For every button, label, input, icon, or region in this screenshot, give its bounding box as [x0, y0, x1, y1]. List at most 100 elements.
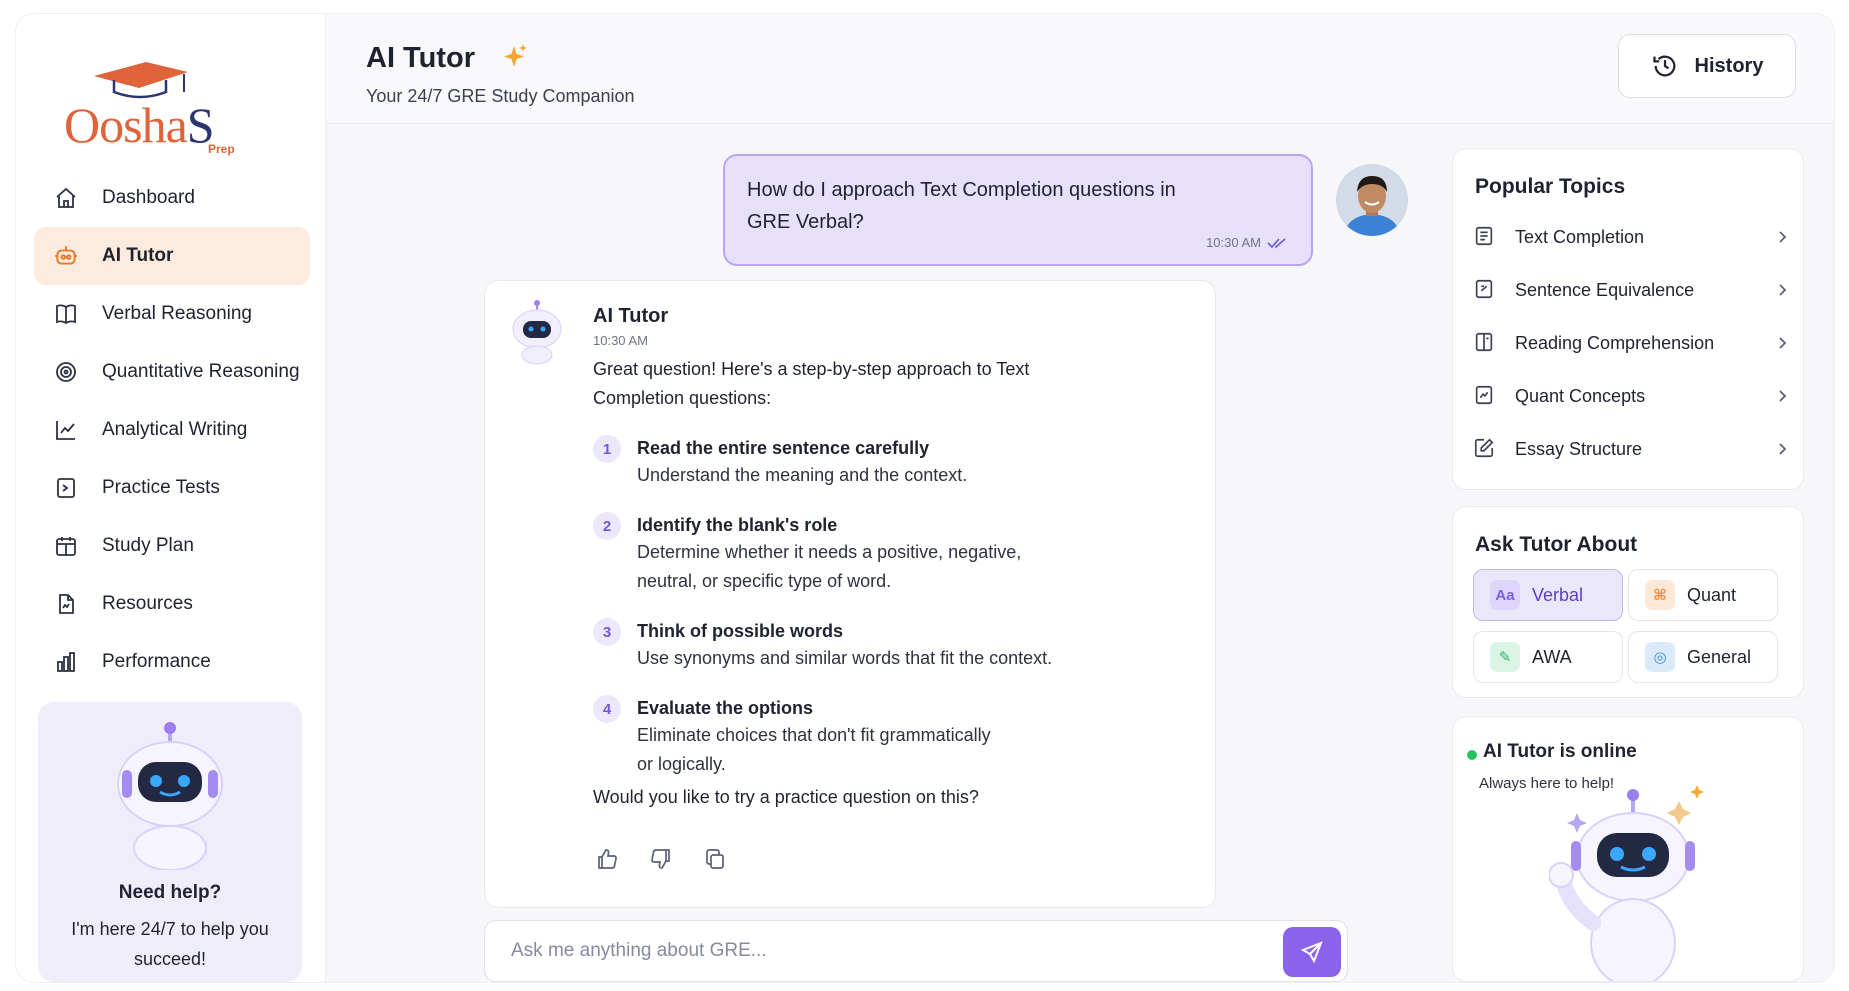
step-body: Use synonyms and similar words that fit …	[637, 648, 1053, 668]
sidebar-item-ai-tutor[interactable]: AI Tutor	[34, 227, 310, 285]
file-icon	[52, 590, 80, 618]
bot-message-time: 10:30 AM	[593, 333, 648, 348]
sidebar-item-analytical-writing[interactable]: Analytical Writing	[34, 401, 310, 459]
help-card: Need help? I'm here 24/7 to help you suc…	[38, 702, 302, 982]
sidebar-item-study-plan[interactable]: Study Plan	[34, 517, 310, 575]
bot-message-card: AI Tutor 10:30 AM Great question! Here's…	[484, 280, 1216, 908]
sidebar-item-label: Resources	[102, 593, 193, 614]
bot-message-intro: Great question! Here's a step-by-step ap…	[593, 359, 1030, 408]
step-number: 3	[593, 618, 621, 646]
brand-logo[interactable]: OoshaS Prep	[64, 54, 235, 156]
book-icon	[52, 300, 80, 328]
document-icon	[1473, 225, 1497, 249]
tutor-status-panel: AI Tutor is online Always here to help!	[1452, 716, 1804, 982]
sidebar-item-quantitative-reasoning[interactable]: Quantitative Reasoning	[34, 343, 310, 401]
thumbs-up-icon[interactable]	[595, 847, 619, 871]
user-portrait	[1336, 164, 1408, 236]
bot-avatar-icon	[512, 300, 562, 365]
edit-icon	[1473, 437, 1497, 461]
chat-input[interactable]	[487, 923, 1267, 979]
waving-robot-mascot	[1549, 785, 1704, 981]
thumbs-down-icon[interactable]	[649, 847, 673, 871]
chip-label: Quant	[1687, 584, 1737, 605]
step-title: Think of possible words	[637, 621, 844, 641]
chevron-right-icon	[1775, 442, 1789, 456]
topic-sentence-equivalence[interactable]: Sentence Equivalence	[1473, 267, 1789, 313]
chip-general[interactable]: ◎ General	[1628, 631, 1778, 683]
topic-quant-concepts[interactable]: Quant Concepts	[1473, 373, 1789, 419]
chip-label: Verbal	[1532, 584, 1584, 605]
sidebar-item-label: Quantitative Reasoning	[102, 361, 300, 382]
page-header: AI Tutor Your 24/7 GRE Study Companion H…	[326, 14, 1834, 124]
topic-label: Quant Concepts	[1515, 385, 1646, 406]
chart-line-icon	[52, 416, 80, 444]
general-icon: ◎	[1645, 642, 1675, 672]
history-button[interactable]: History	[1618, 34, 1796, 98]
history-label: History	[1694, 54, 1764, 77]
list-item: 3 Think of possible words Use synonyms a…	[593, 618, 1153, 673]
test-icon	[52, 474, 80, 502]
home-icon	[52, 184, 80, 212]
page-subtitle: Your 24/7 GRE Study Companion	[366, 86, 635, 106]
chevron-right-icon	[1775, 283, 1789, 297]
sidebar-item-performance[interactable]: Performance	[34, 633, 310, 691]
chip-awa[interactable]: ✎ AWA	[1473, 631, 1623, 683]
help-title: Need help?	[118, 882, 222, 903]
topic-label: Essay Structure	[1515, 438, 1643, 459]
chip-label: AWA	[1532, 646, 1572, 667]
list-item: 4 Evaluate the options Eliminate choices…	[593, 695, 1153, 779]
logo-text: OoshaS	[64, 97, 215, 153]
logo-subtext: Prep	[208, 142, 235, 156]
sidebar-nav: Dashboard AI Tutor Verbal Reasoning Quan…	[34, 169, 310, 691]
chip-quant[interactable]: ⌘ Quant	[1628, 569, 1778, 621]
equivalence-icon	[1473, 278, 1497, 302]
ask-tutor-panel: Ask Tutor About Aa Verbal ⌘ Quant ✎ AWA …	[1452, 506, 1804, 698]
topic-essay-structure[interactable]: Essay Structure	[1473, 426, 1789, 472]
sidebar-item-practice-tests[interactable]: Practice Tests	[34, 459, 310, 517]
sidebar-item-label: AI Tutor	[102, 245, 174, 266]
sidebar-item-verbal-reasoning[interactable]: Verbal Reasoning	[34, 285, 310, 343]
sidebar-item-label: Study Plan	[102, 535, 194, 556]
chevron-right-icon	[1775, 336, 1789, 350]
send-button[interactable]	[1283, 927, 1341, 977]
chevron-right-icon	[1775, 230, 1789, 244]
user-avatar[interactable]	[1336, 164, 1408, 236]
step-body: Determine whether it needs a positive, n…	[637, 542, 1022, 591]
sidebar-item-label: Verbal Reasoning	[102, 303, 252, 324]
online-indicator	[1467, 750, 1477, 760]
robot-icon	[52, 242, 80, 270]
bot-message-outro: Would you like to try a practice questio…	[593, 787, 979, 807]
sidebar-item-label: Performance	[102, 651, 211, 672]
sidebar-item-label: Analytical Writing	[102, 419, 248, 440]
page-title: AI Tutor	[366, 42, 475, 74]
target-icon	[52, 358, 80, 386]
awa-icon: ✎	[1490, 642, 1520, 672]
topic-text-completion[interactable]: Text Completion	[1473, 214, 1789, 260]
double-check-icon	[1267, 237, 1286, 248]
sidebar-item-dashboard[interactable]: Dashboard	[34, 169, 310, 227]
topic-reading-comprehension[interactable]: Reading Comprehension	[1473, 320, 1789, 366]
robot-mascot	[117, 722, 223, 870]
message-actions	[595, 847, 727, 871]
panel-title: Popular Topics	[1475, 175, 1626, 198]
user-message-time: 10:30 AM	[1206, 235, 1287, 250]
step-number: 2	[593, 512, 621, 540]
popular-topics-panel: Popular Topics Text Completion Sentence …	[1452, 148, 1804, 490]
copy-icon[interactable]	[703, 847, 727, 871]
calendar-icon	[52, 532, 80, 560]
app-window: OoshaS Prep Dashboard AI Tutor Verbal Re…	[16, 14, 1834, 982]
chart-icon	[1473, 384, 1497, 408]
chip-verbal[interactable]: Aa Verbal	[1473, 569, 1623, 621]
history-icon	[1652, 55, 1675, 77]
bar-chart-icon	[52, 648, 80, 676]
user-message-bubble: How do I approach Text Completion questi…	[723, 154, 1313, 266]
step-number: 4	[593, 695, 621, 723]
verbal-icon: Aa	[1490, 580, 1520, 610]
chevron-right-icon	[1775, 389, 1789, 403]
quant-icon: ⌘	[1645, 580, 1675, 610]
topic-label: Reading Comprehension	[1515, 332, 1715, 353]
user-message-text: How do I approach Text Completion questi…	[747, 179, 1176, 233]
sidebar-item-resources[interactable]: Resources	[34, 575, 310, 633]
chat-input-bar	[484, 920, 1348, 982]
sidebar-item-label: Dashboard	[102, 187, 195, 208]
